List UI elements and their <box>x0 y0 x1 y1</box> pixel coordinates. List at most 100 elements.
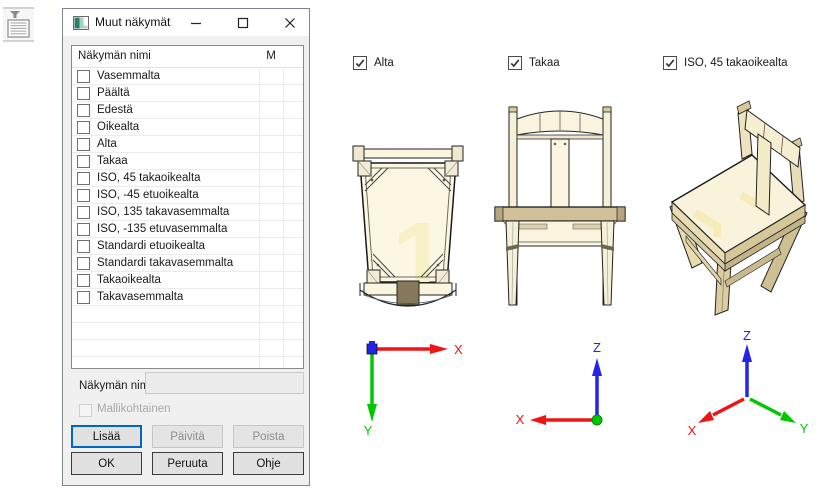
other-views-dialog: Muut näkymät Näkymän nimi M Vase <box>62 8 310 486</box>
model-specific-label: Mallikohtainen <box>97 403 171 415</box>
view-row-label: Standardi etuoikealta <box>97 240 205 252</box>
view-list-row[interactable]: Takaa <box>72 153 303 170</box>
view-row-checkbox[interactable] <box>77 155 90 168</box>
view-row-checkbox[interactable] <box>77 223 90 236</box>
view-row-label: ISO, -135 etuvasemmalta <box>97 223 227 235</box>
maximize-icon <box>237 17 249 29</box>
view-row-checkbox[interactable] <box>77 291 90 304</box>
svg-text:Y: Y <box>800 421 809 436</box>
view-row-label: Vasemmalta <box>97 70 160 82</box>
delete-button: Poista <box>233 425 304 448</box>
view-row-checkbox[interactable] <box>77 257 90 270</box>
view-list-row[interactable]: Takaoikealta <box>72 272 303 289</box>
view-row-checkbox[interactable] <box>77 70 90 83</box>
svg-text:X: X <box>688 423 697 438</box>
minimize-icon <box>190 17 202 29</box>
svg-text:X: X <box>516 412 525 427</box>
view-row-checkbox[interactable] <box>77 274 90 287</box>
view-row-label: Takaoikealta <box>97 274 161 286</box>
view-list-row[interactable]: Päältä <box>72 85 303 102</box>
view-row-label: Standardi takavasemmalta <box>97 257 233 269</box>
x-axis-arrow: X <box>516 412 593 427</box>
view-row-checkbox[interactable] <box>77 104 90 117</box>
view-row-checkbox[interactable] <box>77 206 90 219</box>
checkmark-icon <box>664 57 676 69</box>
view-name-list[interactable]: Näkymän nimi M Vasemmalta Päältä Edestä … <box>71 45 304 369</box>
view-list-rows: Vasemmalta Päältä Edestä Oikealta Alta T… <box>72 68 303 368</box>
checkmark-icon <box>509 57 521 69</box>
view-checkbox-alta[interactable] <box>353 56 367 70</box>
header-m-column: M <box>259 46 283 67</box>
chair-back-view <box>492 95 628 310</box>
svg-text:Z: Z <box>593 340 601 355</box>
view-row-label: ISO, 135 takavasemmalta <box>97 206 229 218</box>
view-row-checkbox[interactable] <box>77 189 90 202</box>
view-label-iso45: ISO, 45 takaoikealta <box>684 57 788 69</box>
view-row-checkbox[interactable] <box>77 138 90 151</box>
app-canvas: { "toolbar": { "sheet_button_icon": "doc… <box>0 0 828 490</box>
cancel-button[interactable]: Peruuta <box>152 452 223 475</box>
view-row-label: ISO, -45 etuoikealta <box>97 189 199 201</box>
image-thumbnail-icon <box>73 16 89 30</box>
maximize-button[interactable] <box>228 9 258 36</box>
y-axis-origin-marker <box>592 415 602 425</box>
svg-text:X: X <box>454 342 463 357</box>
axis-triad-iso: Z X Y <box>682 330 822 445</box>
view-list-row[interactable]: Oikealta <box>72 119 303 136</box>
update-button: Päivitä <box>152 425 223 448</box>
checkmark-icon <box>354 57 366 69</box>
view-checkbox-takaa[interactable] <box>508 56 522 70</box>
model-specific-checkbox <box>79 404 92 417</box>
ok-button[interactable]: OK <box>71 452 142 475</box>
view-row-checkbox[interactable] <box>77 121 90 134</box>
minimize-button[interactable] <box>181 9 211 36</box>
view-name-field-label: Näkymän nimi <box>79 380 152 392</box>
chair-bottom-view: 1 <box>350 144 466 322</box>
header-view-name: Näkymän nimi <box>78 46 151 67</box>
view-list-row[interactable]: ISO, 135 takavasemmalta <box>72 204 303 221</box>
view-row-label: Takaa <box>97 155 128 167</box>
z-axis-arrow: Z <box>742 330 752 397</box>
view-list-row[interactable]: ISO, -45 etuoikealta <box>72 187 303 204</box>
view-row-label: Takavasemmalta <box>97 291 183 303</box>
dialog-title: Muut näkymät <box>95 9 170 36</box>
view-list-row[interactable]: ISO, -135 etuvasemmalta <box>72 221 303 238</box>
x-axis-arrow: X <box>376 342 463 357</box>
view-list-row[interactable]: Alta <box>72 136 303 153</box>
svg-text:Y: Y <box>364 423 373 438</box>
add-button[interactable]: Lisää <box>71 425 142 448</box>
close-button[interactable] <box>275 9 305 36</box>
list-header: Näkymän nimi M <box>72 46 303 68</box>
view-row-checkbox[interactable] <box>77 87 90 100</box>
view-row-label: Päältä <box>97 87 130 99</box>
view-checkbox-iso45[interactable] <box>663 56 677 70</box>
axis-triad-takaa: Z X <box>508 332 613 436</box>
chair-iso-view <box>655 95 823 325</box>
view-row-label: Edestä <box>97 104 133 116</box>
view-name-input[interactable] <box>145 372 304 394</box>
view-row-checkbox[interactable] <box>77 172 90 185</box>
dialog-title-bar[interactable]: Muut näkymät <box>63 9 309 36</box>
view-list-row[interactable]: ISO, 45 takaoikealta <box>72 170 303 187</box>
view-list-row[interactable]: Edestä <box>72 102 303 119</box>
view-list-row[interactable]: Vasemmalta <box>72 68 303 85</box>
view-list-row[interactable]: Standardi etuoikealta <box>72 238 303 255</box>
view-label-alta: Alta <box>374 57 394 69</box>
view-row-label: Oikealta <box>97 121 139 133</box>
sheet-thumbnail-button[interactable] <box>3 7 34 42</box>
view-row-checkbox[interactable] <box>77 240 90 253</box>
close-icon <box>284 17 296 29</box>
z-axis-arrow: Z <box>592 340 602 416</box>
view-label-takaa: Takaa <box>529 57 560 69</box>
axis-triad-alta: X Y <box>348 334 468 438</box>
view-list-row[interactable]: Standardi takavasemmalta <box>72 255 303 272</box>
y-axis-arrow: Y <box>364 353 377 438</box>
document-sheet-icon <box>6 10 32 40</box>
z-axis-origin-marker <box>367 341 377 354</box>
help-button[interactable]: Ohje <box>233 452 304 475</box>
view-row-label: ISO, 45 takaoikealta <box>97 172 201 184</box>
view-list-row[interactable]: Takavasemmalta <box>72 289 303 306</box>
svg-text:Z: Z <box>743 330 751 343</box>
y-axis-arrow: Y <box>750 399 809 436</box>
x-axis-arrow: X <box>688 399 744 438</box>
